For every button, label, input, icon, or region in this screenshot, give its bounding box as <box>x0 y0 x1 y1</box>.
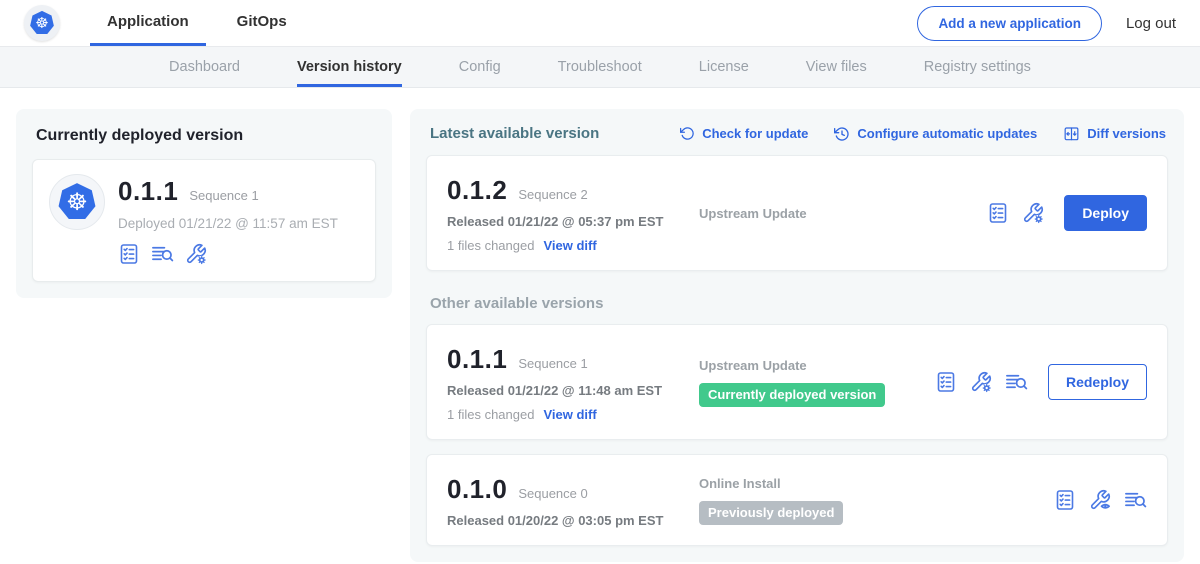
files-changed-label: 1 files changed <box>447 407 534 422</box>
main-content: Currently deployed version ☸ 0.1.1 Seque… <box>0 88 1200 562</box>
version-source-label: Upstream Update <box>699 206 987 221</box>
version-number: 0.1.1 <box>447 344 507 375</box>
version-number: 0.1.0 <box>447 474 507 505</box>
released-timestamp: Released 01/21/22 @ 05:37 pm EST <box>447 214 699 229</box>
app-logo: ☸ <box>49 174 105 230</box>
version-card-0-1-1: 0.1.1 Sequence 1 Released 01/21/22 @ 11:… <box>426 324 1168 440</box>
diff-versions-label: Diff versions <box>1087 126 1166 141</box>
check-for-update-link[interactable]: Check for update <box>680 126 808 141</box>
version-card-0-1-0: 0.1.0 Sequence 0 Released 01/20/22 @ 03:… <box>426 454 1168 546</box>
version-source-label: Online Install <box>699 476 1054 491</box>
configure-automatic-updates-label: Configure automatic updates <box>857 126 1037 141</box>
view-diff-link[interactable]: View diff <box>543 238 596 253</box>
version-source-label: Upstream Update <box>699 358 935 373</box>
preflight-checks-icon[interactable] <box>1054 489 1076 511</box>
deployed-timestamp: Deployed 01/21/22 @ 11:57 am EST <box>118 216 338 231</box>
preflight-checks-icon[interactable] <box>118 243 140 265</box>
sequence-label: Sequence 0 <box>518 486 587 501</box>
released-timestamp: Released 01/20/22 @ 03:05 pm EST <box>447 513 699 528</box>
subnav-troubleshoot[interactable]: Troubleshoot <box>558 47 642 87</box>
files-changed-label: 1 files changed <box>447 238 534 253</box>
deployed-version-card: ☸ 0.1.1 Sequence 1 Deployed 01/21/22 @ 1… <box>32 159 376 282</box>
release-notes-icon[interactable] <box>151 243 174 265</box>
currently-deployed-panel: Currently deployed version ☸ 0.1.1 Seque… <box>16 109 392 298</box>
preflight-checks-icon[interactable] <box>935 371 957 393</box>
config-icon[interactable] <box>970 371 992 393</box>
kubernetes-logo[interactable]: ☸ <box>24 5 60 41</box>
kubernetes-app-icon: ☸ <box>56 181 98 223</box>
other-versions-header: Other available versions <box>430 295 1166 312</box>
deployed-version-number: 0.1.1 <box>118 176 178 207</box>
app-sub-nav: Dashboard Version history Config Trouble… <box>0 47 1200 88</box>
diff-icon <box>1063 126 1080 142</box>
config-view-icon[interactable] <box>1089 489 1111 511</box>
subnav-version-history[interactable]: Version history <box>297 47 402 87</box>
logout-button[interactable]: Log out <box>1126 15 1176 32</box>
diff-versions-link[interactable]: Diff versions <box>1063 126 1166 142</box>
released-timestamp: Released 01/21/22 @ 11:48 am EST <box>447 383 699 398</box>
previously-deployed-badge: Previously deployed <box>699 501 843 525</box>
refresh-icon <box>680 126 695 141</box>
release-notes-icon[interactable] <box>1005 371 1028 393</box>
config-icon[interactable] <box>185 243 207 265</box>
deploy-button[interactable]: Deploy <box>1064 195 1147 231</box>
clock-refresh-icon <box>834 126 850 142</box>
sequence-label: Sequence 1 <box>518 356 587 371</box>
subnav-registry-settings[interactable]: Registry settings <box>924 47 1031 87</box>
tab-gitops[interactable]: GitOps <box>220 0 304 46</box>
version-number: 0.1.2 <box>447 175 507 206</box>
latest-version-header: Latest available version <box>430 125 599 142</box>
view-diff-link[interactable]: View diff <box>543 407 596 422</box>
subnav-view-files[interactable]: View files <box>806 47 867 87</box>
topnav-spacer <box>318 0 918 46</box>
subnav-dashboard[interactable]: Dashboard <box>169 47 240 87</box>
deployed-sequence-label: Sequence 1 <box>189 188 258 203</box>
configure-automatic-updates-link[interactable]: Configure automatic updates <box>834 126 1037 142</box>
top-nav-tabs: Application GitOps <box>90 0 318 46</box>
kubernetes-logo-icon: ☸ <box>29 10 56 37</box>
subnav-config[interactable]: Config <box>459 47 501 87</box>
preflight-checks-icon[interactable] <box>987 202 1009 224</box>
check-for-update-label: Check for update <box>702 126 808 141</box>
deployed-panel-title: Currently deployed version <box>36 127 374 145</box>
config-icon[interactable] <box>1022 202 1044 224</box>
release-notes-icon[interactable] <box>1124 489 1147 511</box>
redeploy-button[interactable]: Redeploy <box>1048 364 1147 400</box>
version-card-0-1-2: 0.1.2 Sequence 2 Released 01/21/22 @ 05:… <box>426 155 1168 271</box>
currently-deployed-badge: Currently deployed version <box>699 383 885 407</box>
add-application-button[interactable]: Add a new application <box>917 6 1102 41</box>
tab-application[interactable]: Application <box>90 0 206 46</box>
top-nav: ☸ Application GitOps Add a new applicati… <box>0 0 1200 47</box>
subnav-license[interactable]: License <box>699 47 749 87</box>
sequence-label: Sequence 2 <box>518 187 587 202</box>
version-history-panel: Latest available version Check for updat… <box>410 109 1184 562</box>
